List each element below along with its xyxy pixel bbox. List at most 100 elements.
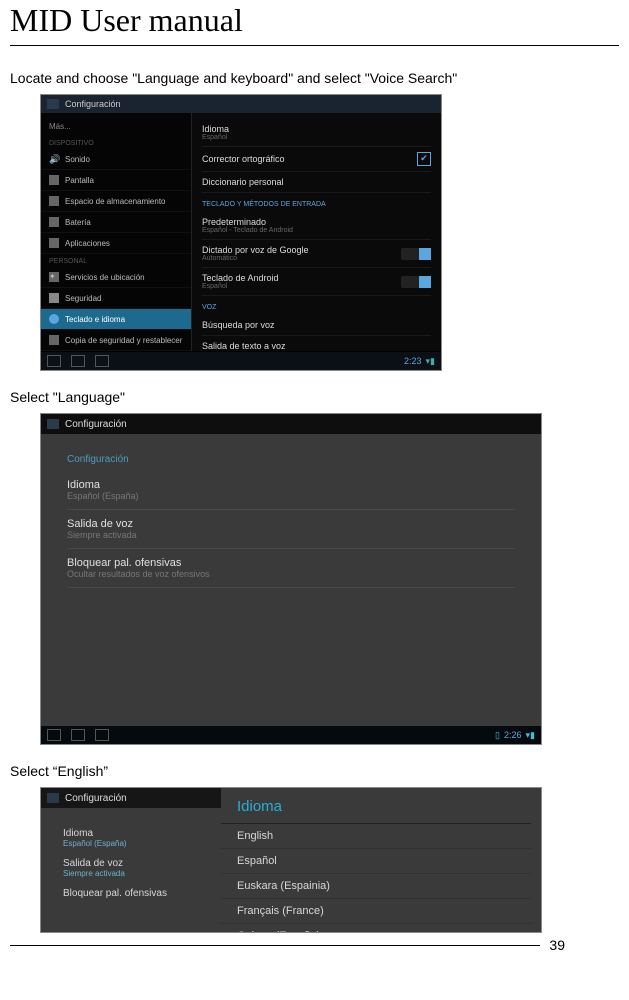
screenshot-1: Configuración Más... DISPOSITIVO Sonido … <box>40 94 442 371</box>
settings-main: IdiomaEspañol Corrector ortográfico Dicc… <box>192 113 441 351</box>
wifi-icon: ▾▮ <box>426 356 435 367</box>
display-icon <box>49 175 59 185</box>
step-3-text: Select “English” <box>10 763 619 779</box>
row-dictionary[interactable]: Diccionario personal <box>202 172 431 193</box>
label: Espacio de almacenamiento <box>65 197 166 206</box>
home-icon[interactable] <box>71 729 85 741</box>
wifi-icon: ▾▮ <box>526 730 535 741</box>
label: Salida de voz <box>67 518 515 530</box>
settings-title-bar: Configuración <box>41 95 441 113</box>
popup-item-euskara[interactable]: Euskara (Espainia) <box>221 874 531 899</box>
sidebar-item[interactable]: Más... <box>41 117 191 136</box>
screenshot-2: Configuración Configuración Idioma Españ… <box>40 413 542 745</box>
language-popup: Idioma English Español Euskara (Espainia… <box>221 788 531 932</box>
sidebar-item-security[interactable]: Seguridad <box>41 288 191 309</box>
sidebar-item-sound[interactable]: Sonido <box>41 149 191 170</box>
sidebar-item-location[interactable]: ✦ Servicios de ubicación <box>41 267 191 288</box>
label: Seguridad <box>65 294 101 303</box>
sidebar-item-apps[interactable]: Aplicaciones <box>41 233 191 254</box>
settings-title: Configuración <box>65 793 127 804</box>
sidebar-item-language[interactable]: Teclado e idioma <box>41 309 191 330</box>
popup-item-espanol[interactable]: Español <box>221 849 531 874</box>
settings-sidebar: Más... DISPOSITIVO Sonido Pantalla Espac… <box>41 113 192 351</box>
sublabel: Ocultar resultados de voz ofensivos <box>67 569 515 579</box>
sidebar-item-storage[interactable]: Espacio de almacenamiento <box>41 191 191 212</box>
label: Idioma <box>63 828 205 839</box>
label: Predeterminado <box>202 217 293 227</box>
sidebar-item-battery[interactable]: Batería <box>41 212 191 233</box>
recent-icon[interactable] <box>95 355 109 367</box>
location-icon: ✦ <box>49 272 59 282</box>
row-default[interactable]: PredeterminadoEspañol - Teclado de Andro… <box>202 212 431 240</box>
time-label: 2:23 <box>404 356 422 366</box>
row-google-voice[interactable]: Dictado por voz de GoogleAutomático <box>202 240 431 268</box>
group-head: VOZ <box>202 304 431 311</box>
label: Dictado por voz de Google <box>202 245 309 255</box>
sublabel: Español - Teclado de Android <box>202 227 293 234</box>
label: Idioma <box>202 124 229 134</box>
sublabel: Siempre activada <box>67 530 515 540</box>
row-block: Bloquear pal. ofensivas <box>63 888 205 899</box>
sublabel: Español <box>202 283 279 290</box>
sublabel: Español <box>202 134 229 141</box>
settings-title-bar: Configuración <box>41 414 541 434</box>
notification-icon: ▯ <box>495 730 500 741</box>
divider-bottom <box>10 945 540 946</box>
sidebar-item-display[interactable]: Pantalla <box>41 170 191 191</box>
sidebar-head: DISPOSITIVO <box>41 136 191 149</box>
nav-bar: 2:23 ▾▮ <box>41 352 441 370</box>
divider-top <box>10 45 619 46</box>
label: Batería <box>65 218 91 227</box>
home-icon[interactable] <box>71 355 85 367</box>
sublabel: Automático <box>202 255 309 262</box>
screenshot-3: Configuración Idioma Español (España) Sa… <box>40 787 542 933</box>
row-voice-output: Salida de voz Siempre activada <box>63 858 205 878</box>
row-language[interactable]: IdiomaEspañol <box>202 119 431 147</box>
step-2-text: Select "Language" <box>10 389 619 405</box>
recent-icon[interactable] <box>95 729 109 741</box>
settings-behind: Configuración Idioma Español (España) Sa… <box>41 788 221 932</box>
storage-icon <box>49 196 59 206</box>
settings-icon <box>47 793 59 803</box>
popup-item-galego[interactable]: Galego (España) <box>221 924 531 933</box>
settings-icon <box>47 419 59 429</box>
settings-icon <box>47 99 59 109</box>
label: Teclado de Android <box>202 273 279 283</box>
label: Salida de voz <box>63 858 205 869</box>
label: Sonido <box>65 155 90 164</box>
row-block-offensive[interactable]: Bloquear pal. ofensivas Ocultar resultad… <box>67 549 515 588</box>
checkbox-icon[interactable] <box>417 152 431 166</box>
sidebar-head: PERSONAL <box>41 254 191 267</box>
popup-item-english[interactable]: English <box>221 824 531 849</box>
back-icon[interactable] <box>47 355 61 367</box>
page-title: MID User manual <box>10 0 619 39</box>
toggle-icon[interactable] <box>401 248 431 260</box>
lock-icon <box>49 293 59 303</box>
sidebar-item-backup[interactable]: Copia de seguridad y restablecer <box>41 330 191 351</box>
popup-item-francais[interactable]: Français (France) <box>221 899 531 924</box>
page-number: 39 <box>549 937 565 953</box>
back-icon[interactable] <box>47 729 61 741</box>
toggle-icon[interactable] <box>401 276 431 288</box>
popup-title: Idioma <box>221 788 531 824</box>
row-language: Idioma Español (España) <box>63 828 205 848</box>
sublabel: Español (España) <box>67 491 515 501</box>
row-android-kb[interactable]: Teclado de AndroidEspañol <box>202 268 431 296</box>
label: Servicios de ubicación <box>65 273 145 282</box>
settings-title: Configuración <box>65 99 121 109</box>
backup-icon <box>49 335 59 345</box>
sublabel: Español (España) <box>63 839 205 848</box>
group-head: TECLADO Y MÉTODOS DE ENTRADA <box>202 201 431 208</box>
label: Pantalla <box>65 176 94 185</box>
row-voice-output[interactable]: Salida de voz Siempre activada <box>67 510 515 549</box>
label: Teclado e idioma <box>65 315 125 324</box>
section-head: Configuración <box>67 454 515 465</box>
step-1-text: Locate and choose "Language and keyboard… <box>10 70 619 86</box>
globe-icon <box>49 314 59 324</box>
row-voice-search[interactable]: Búsqueda por voz <box>202 315 431 336</box>
row-language[interactable]: Idioma Español (España) <box>67 471 515 510</box>
sublabel: Siempre activada <box>63 869 205 878</box>
settings-title: Configuración <box>65 419 127 430</box>
time-label: 2:26 <box>504 730 522 740</box>
row-spellcheck[interactable]: Corrector ortográfico <box>202 147 431 172</box>
